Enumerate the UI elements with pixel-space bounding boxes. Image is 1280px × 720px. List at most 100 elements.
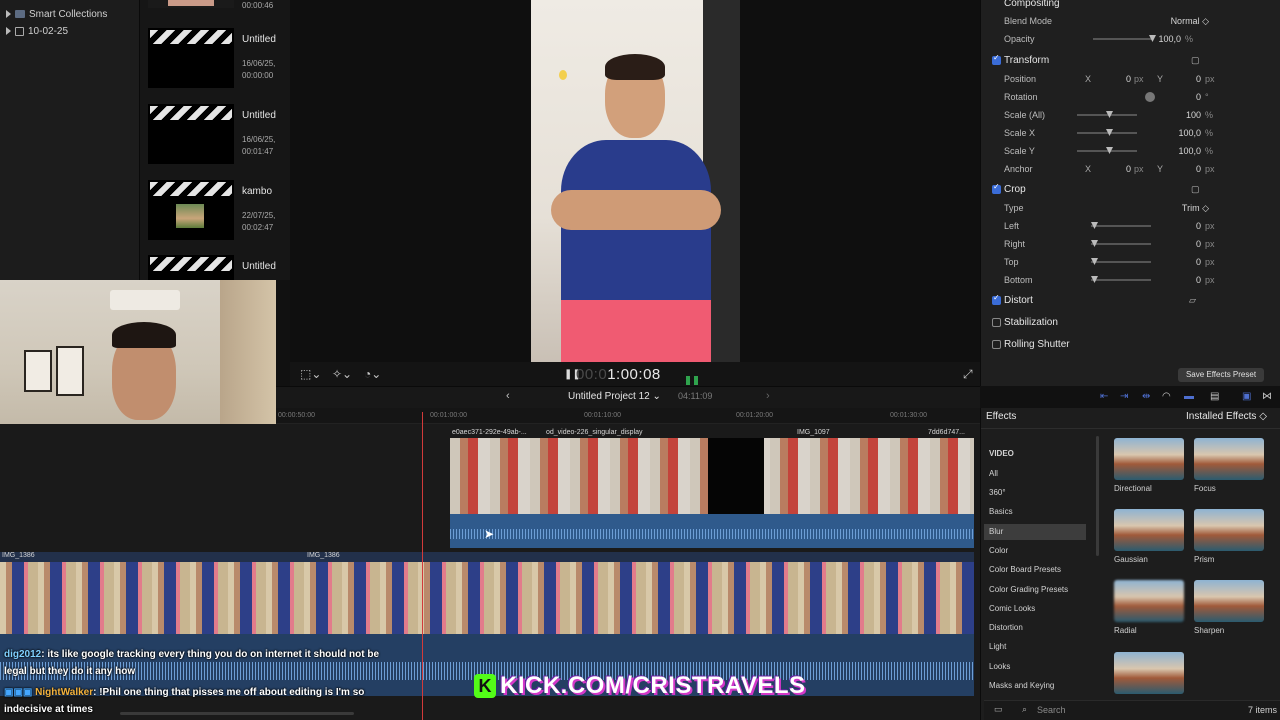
effect-tile-focus[interactable] [1194,438,1264,480]
param-label: Scale Y [1004,146,1035,156]
insert-clip-icon[interactable]: ⇥ [1120,391,1128,402]
fx-category-light[interactable]: Light [989,639,1091,655]
back-arrow-icon[interactable]: ‹ [506,390,510,402]
append-clip-icon[interactable]: ⇹ [1142,391,1150,402]
playhead[interactable] [422,412,423,720]
scale-all-row: Scale (All) 100 % [981,106,1280,124]
fx-category-color[interactable]: Color [989,543,1091,559]
forward-arrow-icon[interactable]: › [766,390,770,402]
clip-card[interactable]: 00:00:46 [148,0,290,16]
skimming-icon[interactable]: ▬ [1184,391,1194,402]
crop-right-slider[interactable] [1091,240,1151,247]
crop-bottom-slider[interactable] [1091,276,1151,283]
opacity-value[interactable]: 100,0 [1141,34,1181,44]
scale-x-slider[interactable] [1077,129,1137,136]
rolling-shutter-section[interactable]: Rolling Shutter [981,336,1280,354]
crop-type-select[interactable]: Trim ◇ [1161,203,1209,214]
wall-poster [24,350,52,392]
blend-mode-select[interactable]: Normal ◇ [1149,16,1209,27]
effect-tile[interactable] [1114,652,1184,694]
crop-right-value[interactable]: 0 [1161,239,1201,249]
search-input[interactable]: Search [1037,705,1066,715]
fx-category-comic-looks[interactable]: Comic Looks [989,601,1091,617]
crop-top-value[interactable]: 0 [1161,257,1201,267]
transform-checkbox[interactable] [992,53,1001,65]
clip-card[interactable]: Untitled 16/06/25, 00:00:00 [148,28,290,96]
library-item-event[interactable]: 10-02-25 [6,23,68,39]
section-title: Distort [1004,295,1033,306]
scale-y-slider[interactable] [1077,147,1137,154]
rolling-shutter-checkbox[interactable] [992,340,1001,349]
fx-category-all[interactable]: All [989,466,1091,482]
rotation-value[interactable]: 0 [1161,92,1201,102]
transitions-icon[interactable]: ⋈ [1262,391,1272,402]
crop-bottom-value[interactable]: 0 [1161,275,1201,285]
connected-clip-strip[interactable]: e0aec371-292e-49ab-... od_video-226_sing… [450,428,974,548]
anchor-y-value[interactable]: 0 [1161,164,1201,174]
fx-category-color-board-presets[interactable]: Color Board Presets [989,562,1091,578]
fx-category-masks-and-keying[interactable]: Masks and Keying [989,678,1091,694]
onscreen-controls-icon[interactable]: ▢ [1191,55,1200,66]
onscreen-controls-icon[interactable]: ▢ [1191,184,1200,195]
crop-checkbox[interactable] [992,182,1001,194]
clip-card[interactable]: kambo 22/07/25, 00:02:47 [148,180,290,248]
crop-top-slider[interactable] [1091,258,1151,265]
black-gap [708,438,764,514]
effect-tile-directional[interactable] [1114,438,1184,480]
disclosure-triangle-icon[interactable] [6,10,11,18]
fx-category-360[interactable]: 360° [989,485,1091,501]
section-title: Transform [1004,55,1050,66]
rotation-dial[interactable] [1145,92,1155,102]
installed-effects-select[interactable]: Installed Effects ◇ [1186,411,1267,422]
anchor-x-value[interactable]: 0 [1091,164,1131,174]
crop-left-value[interactable]: 0 [1161,221,1201,231]
video-preview[interactable] [531,0,740,362]
speed-gauge-icon[interactable]: ◔⌄ [364,367,381,381]
headphones-icon[interactable]: ◠ [1162,391,1171,402]
effect-tile-radial[interactable] [1114,580,1184,622]
scale-all-slider[interactable] [1077,111,1137,118]
effect-tile-sharpen[interactable] [1194,580,1264,622]
connect-clip-icon[interactable]: ⇤ [1100,391,1108,402]
clip-thumbnail [176,204,204,228]
anchor-row: Anchor X 0 px Y 0 px [981,160,1280,178]
fx-category-color-grading-presets[interactable]: Color Grading Presets [989,582,1091,598]
scale-all-value[interactable]: 100 [1161,110,1201,120]
onscreen-controls-icon[interactable]: ▱ [1189,295,1196,306]
transform-tool-icon[interactable]: ⬚⌄ [300,367,321,381]
effects-browser-icon[interactable]: ▣ [1242,391,1251,402]
scale-x-value[interactable]: 100,0 [1161,128,1201,138]
crop-section[interactable]: Crop ▢ [981,181,1280,199]
distort-checkbox[interactable] [992,293,1001,305]
scale-y-value[interactable]: 100,0 [1161,146,1201,156]
fx-category-blur[interactable]: Blur [984,524,1086,540]
position-y-value[interactable]: 0 [1161,74,1201,84]
effect-tile-gaussian[interactable] [1114,509,1184,551]
timecode-display: 00:01:00:08 [576,366,661,383]
clip-appearance-icon[interactable]: ▤ [1210,391,1219,402]
fx-category-basics[interactable]: Basics [989,504,1091,520]
fullscreen-icon[interactable]: ⤢ [963,367,973,382]
library-item-smart-collections[interactable]: Smart Collections [6,6,107,22]
clip-card[interactable]: Untitled 16/06/25, 00:01:47 [148,104,290,172]
effect-tile-prism[interactable] [1194,509,1264,551]
magic-wand-icon[interactable]: ✧⌄ [332,367,352,381]
transform-section[interactable]: Transform ▢ [981,52,1280,70]
section-title: Rolling Shutter [1004,339,1070,350]
distort-section[interactable]: Distort ▱ [981,292,1280,310]
position-x-value[interactable]: 0 [1091,74,1131,84]
stabilization-checkbox[interactable] [992,318,1001,327]
timeline-ruler[interactable] [276,408,980,424]
sidebar-toggle-icon[interactable]: ▭ [994,704,1003,715]
audio-meter-right [694,376,698,385]
category-scrollbar[interactable] [1096,436,1099,556]
crop-right-row: Right 0 px [981,235,1280,253]
horizontal-scrollbar[interactable] [120,712,354,715]
crop-left-slider[interactable] [1091,222,1151,229]
fx-category-looks[interactable]: Looks [989,659,1091,675]
stabilization-section[interactable]: Stabilization [981,314,1280,332]
disclosure-triangle-icon[interactable] [6,27,11,35]
fx-category-distortion[interactable]: Distortion [989,620,1091,636]
save-effects-preset-button[interactable]: Save Effects Preset [1178,368,1264,382]
project-name[interactable]: Untitled Project 12 ⌄ [568,391,661,402]
